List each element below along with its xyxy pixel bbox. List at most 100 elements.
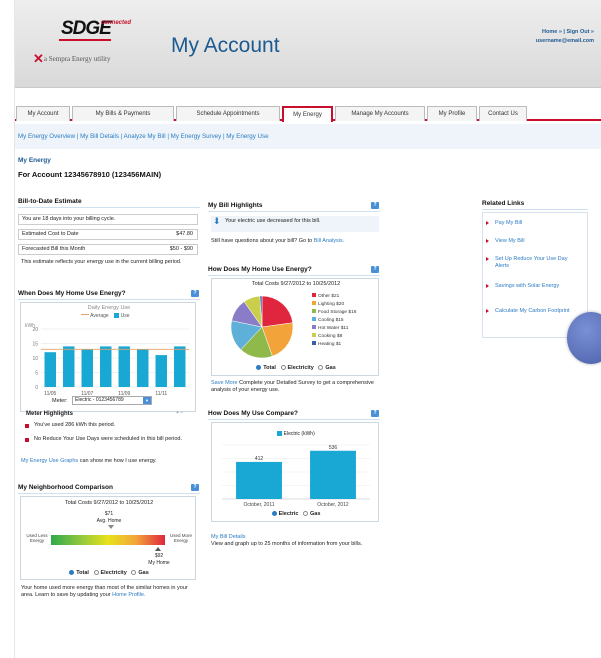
pie-legend-swatch <box>312 301 316 305</box>
chart-title: Daily Energy Use <box>87 305 131 311</box>
bill-highlight-item: ⬇ Your electric use decreased for this b… <box>211 216 379 232</box>
arrow-right-icon <box>486 309 489 313</box>
bill-to-date-title: Bill-to-Date Estimate <box>18 196 200 208</box>
daily-use-bar <box>100 346 112 387</box>
daily-use-bar <box>118 346 130 387</box>
save-more-note: Save More Complete your Detailed Survey … <box>211 380 374 393</box>
pie-legend-label: Lighting $20 <box>318 301 344 307</box>
estimated-cost-row: Estimated Cost to Date $47.80 <box>18 229 198 240</box>
help-icon[interactable]: ? <box>191 484 199 491</box>
radio-gas[interactable] <box>303 511 309 516</box>
meter-label: Meter: <box>52 398 68 404</box>
compare-bar-value: 536 <box>329 445 338 451</box>
highlights-controls[interactable]: + − <box>176 410 183 416</box>
compare-category-label: October, 2012 <box>317 502 349 508</box>
y-tick-label: 5 <box>35 370 38 376</box>
avg-home-value: $71 <box>104 511 114 517</box>
arrow-right-icon <box>486 284 489 288</box>
comparison-gradient-bar <box>51 535 165 545</box>
radio-gas[interactable] <box>131 570 137 575</box>
estimate-note: This estimate reflects your energy use i… <box>21 259 182 265</box>
neighborhood-title: My Neighborhood Comparison? <box>18 482 200 494</box>
x-tick-label: 11/11 <box>155 391 167 397</box>
pie-legend-swatch <box>312 341 316 345</box>
bill-highlights-title: My Bill Highlights? <box>208 200 380 212</box>
bullet-icon <box>25 424 29 428</box>
radio-electric[interactable] <box>271 511 277 516</box>
sdge-logo[interactable]: SDGE connected ✕a Sempra Energy utility <box>33 18 143 70</box>
daily-use-bar <box>137 349 149 387</box>
bullet-icon <box>25 438 29 442</box>
related-link-carbon[interactable]: Calculate My Carbon Footprint <box>486 308 581 315</box>
legend-use-swatch <box>114 313 120 318</box>
help-icon[interactable]: ? <box>191 290 199 297</box>
help-icon[interactable]: ? <box>371 410 379 417</box>
home-signout-links[interactable]: Home » | Sign Out » <box>536 28 594 37</box>
avg-home-label: Avg. Home <box>96 518 122 524</box>
y-tick-label: 10 <box>32 356 38 362</box>
pie-legend-swatch <box>312 293 316 297</box>
highlight-item-kwh: You've used 286 kWh this period. <box>34 422 116 428</box>
highlight-item-reduce: No Reduce Your Use Days were scheduled i… <box>34 436 182 442</box>
pie-legend-label: Hot Water $11 <box>318 325 349 331</box>
compare-radios: Electric Gas <box>212 511 380 517</box>
pie-legend-label: Heating $1 <box>318 341 342 347</box>
bill-highlights-panel: My Bill Highlights? ⬇ Your electric use … <box>208 200 380 260</box>
energy-subnav[interactable]: My Energy Overview | My Bill Details | A… <box>15 124 601 149</box>
billing-cycle-row: You are 18 days into your billing cycle. <box>18 214 198 225</box>
energy-use-graphs-link[interactable]: My Energy Use Graphs <box>21 458 78 464</box>
neighborhood-chart-frame: Total Costs 9/27/2012 to 10/25/2012 $71 … <box>20 496 196 580</box>
tab-my-energy[interactable]: My Energy <box>282 106 333 122</box>
forecasted-bill-row: Forecasted Bill this Month $50 - $90 <box>18 244 198 255</box>
related-links-list: Pay My Bill View My Bill Set Up Reduce Y… <box>482 212 588 338</box>
tab-contact-us[interactable]: Contact Us <box>479 106 527 121</box>
tab-bills-payments[interactable]: My Bills & Payments <box>72 106 174 121</box>
tab-schedule-appointments[interactable]: Schedule Appointments <box>176 106 280 121</box>
daily-use-bar <box>155 355 167 387</box>
chart-legend: Average Use <box>81 313 130 319</box>
home-profile-link[interactable]: Home Profile. <box>112 592 145 598</box>
legend-electric-swatch <box>277 431 283 436</box>
neighborhood-radios: Total Electricity Gas <box>21 570 197 576</box>
radio-gas[interactable] <box>318 365 324 370</box>
home-use-panel: When Does My Home Use Energy?? Daily Ene… <box>18 288 200 478</box>
neighborhood-panel: My Neighborhood Comparison? Total Costs … <box>18 482 200 612</box>
tab-my-account[interactable]: My Account <box>16 106 70 121</box>
meter-highlights-title: Meter Highlights <box>26 411 74 417</box>
bill-analysis-link[interactable]: Bill Analysis. <box>314 238 345 244</box>
pie-legend-swatch <box>312 317 316 321</box>
compare-chart-frame: Electric (kWh) 412 October, 2011 536 Octobe… <box>211 422 379 522</box>
top-links: Home » | Sign Out » username@email.com <box>536 28 594 46</box>
meter-select[interactable]: Electric - 0123456789 ▼ <box>72 396 152 405</box>
y-tick-label: 20 <box>32 327 38 333</box>
x-tick-label: 11/05 <box>44 391 56 397</box>
related-link-pay-bill[interactable]: Pay My Bill <box>486 220 581 227</box>
tab-my-profile[interactable]: My Profile <box>427 106 477 121</box>
compare-bar <box>236 461 282 499</box>
help-icon[interactable]: ? <box>371 202 379 209</box>
tab-manage-accounts[interactable]: Manage My Accounts <box>335 106 425 121</box>
related-link-solar[interactable]: Savings with Solar Energy <box>486 283 581 290</box>
y-tick-label: 0 <box>35 385 38 391</box>
page-title: My Account <box>171 34 280 57</box>
related-link-view-bill[interactable]: View My Bill <box>486 238 581 245</box>
save-more-link[interactable]: Save More <box>211 380 238 386</box>
bill-details-link[interactable]: My Bill Details <box>211 534 379 541</box>
related-link-reduce-alerts[interactable]: Set Up Reduce Your Use Day Alerts <box>486 256 581 270</box>
radio-total[interactable] <box>69 570 75 575</box>
radio-electricity[interactable] <box>93 570 99 575</box>
daily-use-bar <box>81 349 93 387</box>
daily-use-bar <box>44 352 56 387</box>
related-links-panel: Related Links Pay My Bill View My Bill S… <box>482 198 588 338</box>
user-email: username@email.com <box>535 38 594 44</box>
radio-total[interactable] <box>256 365 262 370</box>
help-icon[interactable]: ? <box>371 266 379 273</box>
feedback-bubble[interactable] <box>567 312 601 364</box>
sempra-icon: ✕ <box>33 51 44 66</box>
chevron-down-icon: ▼ <box>143 397 151 404</box>
compare-bar-value: 412 <box>255 456 264 462</box>
radio-electricity[interactable] <box>280 365 286 370</box>
pie-legend-swatch <box>312 309 316 313</box>
compare-category-label: October, 2011 <box>243 502 274 508</box>
breakdown-pie-chart: Other $21 Lighting $20 Food Storage $16 Coo… <box>230 293 357 359</box>
